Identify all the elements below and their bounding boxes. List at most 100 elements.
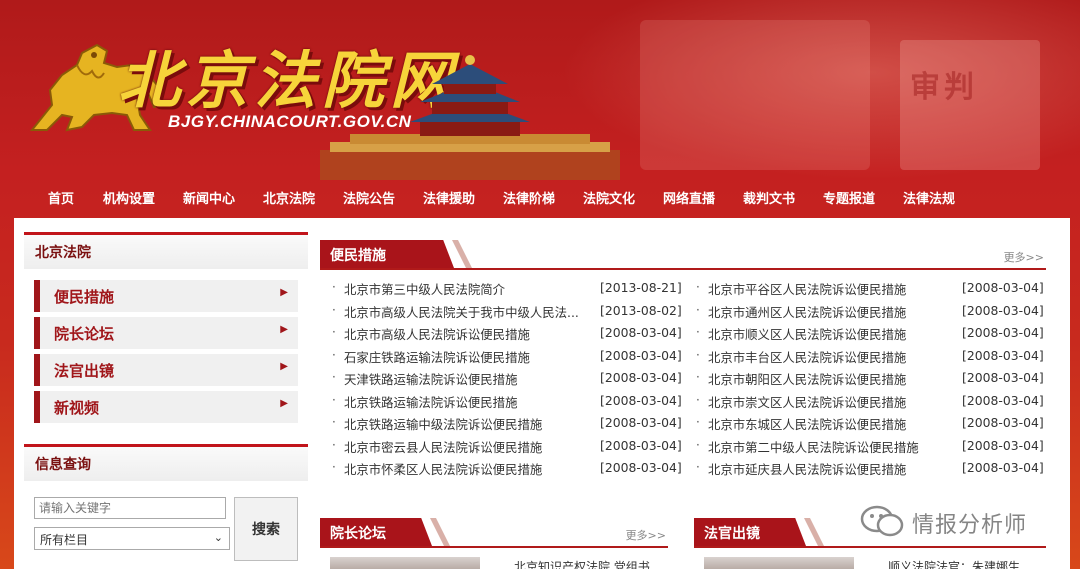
president-forum-caption[interactable]: 北京知识产权法院 党组书 <box>514 558 650 569</box>
nav-item-court-culture[interactable]: 法院文化 <box>583 188 635 207</box>
watermark-text: 情报分析师 <box>912 513 1028 538</box>
nav-item-legal-aid[interactable]: 法律援助 <box>423 188 475 207</box>
convenience-more-link[interactable]: 更多>> <box>1004 249 1044 265</box>
tab-notch <box>414 518 432 546</box>
list-item[interactable]: · 天津铁路运输法院诉讼便民措施 [2008-03-04] <box>332 370 682 392</box>
bullet-icon: · <box>332 370 336 384</box>
nav-item-announcements[interactable]: 法院公告 <box>343 188 395 207</box>
list-item[interactable]: · 北京市通州区人民法院诉讼便民措施 [2008-03-04] <box>696 303 1044 325</box>
list-item-title[interactable]: 北京市崇文区人民法院诉讼便民措施 <box>708 393 952 411</box>
list-item[interactable]: · 北京市高级人民法院关于我市中级人民法... [2013-08-02] <box>332 303 682 325</box>
list-item-date: [2008-03-04] <box>600 325 682 340</box>
list-item-title[interactable]: 北京市朝阳区人民法院诉讼便民措施 <box>708 370 952 388</box>
category-select[interactable]: 所有栏目 ⌄ <box>34 527 230 550</box>
bullet-icon: · <box>696 438 700 452</box>
list-item[interactable]: · 北京市朝阳区人民法院诉讼便民措施 [2008-03-04] <box>696 370 1044 392</box>
nav-item-beijing-courts[interactable]: 北京法院 <box>263 188 315 207</box>
list-item[interactable]: · 北京市第三中级人民法院简介 [2013-08-21] <box>332 280 682 302</box>
list-item-title[interactable]: 北京市丰台区人民法院诉讼便民措施 <box>708 348 952 366</box>
tab-notch <box>436 240 454 268</box>
list-item-title[interactable]: 北京市高级人民法院诉讼便民措施 <box>344 325 588 343</box>
list-item-title[interactable]: 北京市第三中级人民法院简介 <box>344 280 588 298</box>
list-item-title[interactable]: 北京铁路运输法院诉讼便民措施 <box>344 393 588 411</box>
list-item-date: [2008-03-04] <box>962 303 1044 318</box>
list-item[interactable]: · 石家庄铁路运输法院诉讼便民措施 [2008-03-04] <box>332 348 682 370</box>
sidebar: 北京法院 便民措施 ▶ 院长论坛 ▶ 法官出镜 ▶ 新视频 ▶ 信息查询 所有栏… <box>24 232 308 569</box>
search-box: 信息查询 所有栏目 ⌄ 搜索 <box>24 444 308 569</box>
nav-item-judgments[interactable]: 裁判文书 <box>743 188 795 207</box>
list-item-date: [2008-03-04] <box>962 370 1044 385</box>
judges-section-title[interactable]: 法官出镜 <box>694 518 788 546</box>
list-item-title[interactable]: 北京铁路运输中级法院诉讼便民措施 <box>344 415 588 433</box>
judges-thumbnail[interactable] <box>704 557 854 569</box>
bullet-icon: · <box>696 393 700 407</box>
list-item[interactable]: · 北京铁路运输中级法院诉讼便民措施 [2008-03-04] <box>332 415 682 437</box>
bullet-icon: · <box>332 325 336 339</box>
list-item-title[interactable]: 天津铁路运输法院诉讼便民措施 <box>344 370 588 388</box>
bullet-icon: · <box>332 438 336 452</box>
search-box-title: 信息查询 <box>24 447 308 481</box>
list-item-date: [2008-03-04] <box>962 280 1044 295</box>
president-forum-more-link[interactable]: 更多>> <box>626 527 666 543</box>
president-forum-section-header: 院长论坛 更多>> <box>320 518 668 548</box>
list-item[interactable]: · 北京市第二中级人民法院诉讼便民措施 [2008-03-04] <box>696 438 1044 460</box>
list-item-title[interactable]: 北京市东城区人民法院诉讼便民措施 <box>708 415 952 433</box>
bullet-icon: · <box>332 348 336 362</box>
nav-item-live[interactable]: 网络直播 <box>663 188 715 207</box>
list-item-title[interactable]: 北京市高级人民法院关于我市中级人民法... <box>344 303 588 321</box>
search-input[interactable] <box>34 497 226 519</box>
list-item-date: [2008-03-04] <box>600 415 682 430</box>
chevron-down-icon: ⌄ <box>213 531 223 544</box>
tab-edge <box>452 240 472 268</box>
temple-of-heaven-icon <box>320 55 620 180</box>
site-header: 审判 北京法院网 BJGY.CHINACOURT.GOV.CN <box>0 0 1080 180</box>
sidebar-item-judges-on-camera[interactable]: 法官出镜 ▶ <box>34 354 298 386</box>
list-item[interactable]: · 北京市延庆县人民法院诉讼便民措施 [2008-03-04] <box>696 460 1044 482</box>
nav-item-home[interactable]: 首页 <box>48 188 74 207</box>
list-item[interactable]: · 北京铁路运输法院诉讼便民措施 [2008-03-04] <box>332 393 682 415</box>
list-item-title[interactable]: 北京市第二中级人民法院诉讼便民措施 <box>708 438 952 456</box>
sidebar-item-new-videos[interactable]: 新视频 ▶ <box>34 391 298 423</box>
list-item-title[interactable]: 北京市密云县人民法院诉讼便民措施 <box>344 438 588 456</box>
sidebar-item-president-forum[interactable]: 院长论坛 ▶ <box>34 317 298 349</box>
convenience-section-title[interactable]: 便民措施 <box>320 240 436 268</box>
chevron-right-icon: ▶ <box>280 361 288 372</box>
list-item-title[interactable]: 石家庄铁路运输法院诉讼便民措施 <box>344 348 588 366</box>
president-forum-thumbnail[interactable] <box>330 557 480 569</box>
nav-item-laws[interactable]: 法律法规 <box>903 188 955 207</box>
bullet-icon: · <box>332 280 336 294</box>
list-item[interactable]: · 北京市平谷区人民法院诉讼便民措施 [2008-03-04] <box>696 280 1044 302</box>
list-item[interactable]: · 北京市崇文区人民法院诉讼便民措施 [2008-03-04] <box>696 393 1044 415</box>
list-item[interactable]: · 北京市丰台区人民法院诉讼便民措施 [2008-03-04] <box>696 348 1044 370</box>
sidebar-item-label: 新视频 <box>54 399 100 417</box>
list-item[interactable]: · 北京市顺义区人民法院诉讼便民措施 [2008-03-04] <box>696 325 1044 347</box>
list-item-title[interactable]: 北京市顺义区人民法院诉讼便民措施 <box>708 325 952 343</box>
background-building <box>640 20 870 170</box>
sidebar-item-label: 院长论坛 <box>54 325 115 343</box>
search-button[interactable]: 搜索 <box>234 497 298 561</box>
president-forum-section-title[interactable]: 院长论坛 <box>320 518 414 546</box>
tab-edge <box>804 518 824 546</box>
list-item-date: [2008-03-04] <box>962 393 1044 408</box>
judges-caption[interactable]: 顺义法院法官：朱建娜生 <box>888 558 1020 569</box>
list-item-title[interactable]: 北京市延庆县人民法院诉讼便民措施 <box>708 460 952 478</box>
list-item[interactable]: · 北京市怀柔区人民法院诉讼便民措施 [2008-03-04] <box>332 460 682 482</box>
list-item[interactable]: · 北京市密云县人民法院诉讼便民措施 [2008-03-04] <box>332 438 682 460</box>
nav-item-news[interactable]: 新闻中心 <box>183 188 235 207</box>
list-item-date: [2008-03-04] <box>600 348 682 363</box>
sidebar-item-convenience[interactable]: 便民措施 ▶ <box>34 280 298 312</box>
list-item[interactable]: · 北京市高级人民法院诉讼便民措施 [2008-03-04] <box>332 325 682 347</box>
bullet-icon: · <box>696 280 700 294</box>
list-item-title[interactable]: 北京市平谷区人民法院诉讼便民措施 <box>708 280 952 298</box>
list-item-title[interactable]: 北京市怀柔区人民法院诉讼便民措施 <box>344 460 588 478</box>
bullet-icon: · <box>332 393 336 407</box>
list-item-title[interactable]: 北京市通州区人民法院诉讼便民措施 <box>708 303 952 321</box>
bullet-icon: · <box>332 415 336 429</box>
list-item[interactable]: · 北京市东城区人民法院诉讼便民措施 [2008-03-04] <box>696 415 1044 437</box>
nav-item-legal-ladder[interactable]: 法律阶梯 <box>503 188 555 207</box>
chevron-right-icon: ▶ <box>280 324 288 335</box>
list-item-date: [2008-03-04] <box>962 460 1044 475</box>
list-item-date: [2008-03-04] <box>600 438 682 453</box>
nav-item-special-reports[interactable]: 专题报道 <box>823 188 875 207</box>
nav-item-organization[interactable]: 机构设置 <box>103 188 155 207</box>
